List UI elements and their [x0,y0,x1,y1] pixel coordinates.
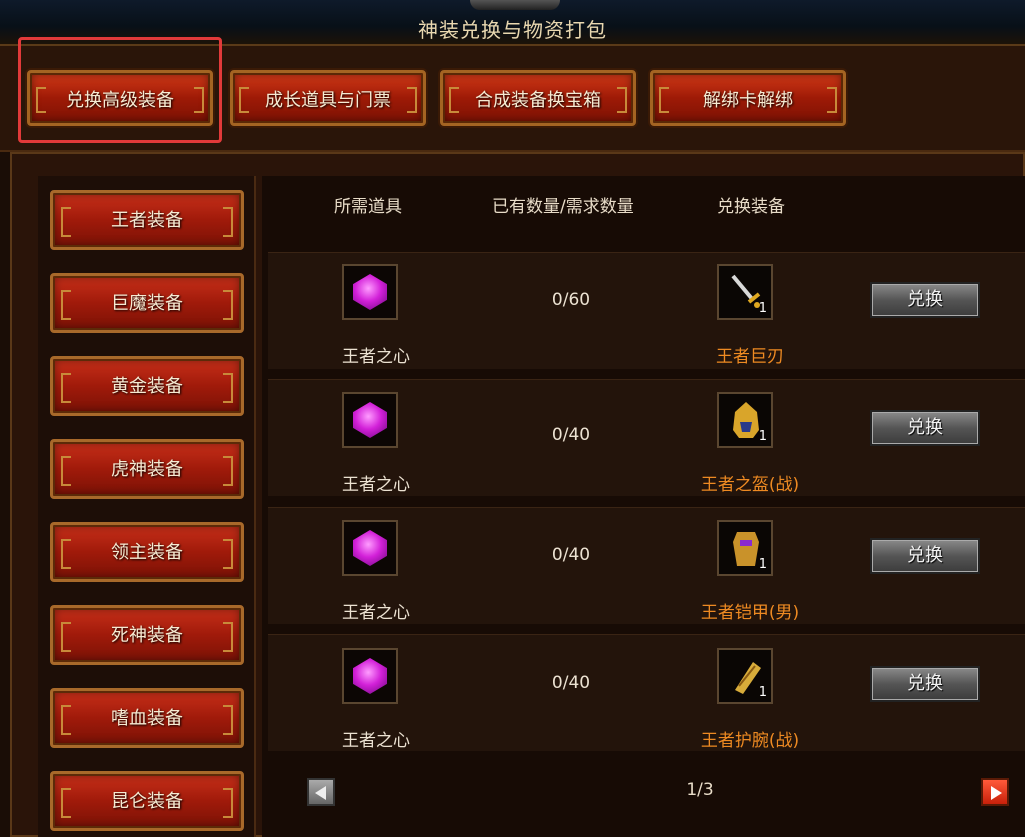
item-count: 1 [758,685,767,700]
arrow-left-icon [315,786,326,800]
item-count: 1 [758,301,767,316]
quantity-value: 0/40 [551,425,591,445]
sidebar-item-gold-equipment[interactable]: 黄金装备 [50,356,244,416]
sidebar-item-bloodthirsty-equipment[interactable]: 嗜血装备 [50,688,244,748]
tab-unbind-card[interactable]: 解绑卡解绑 [650,70,846,126]
header-reward-equipment: 兑换装备 [717,197,785,217]
purple-gem-icon [342,520,398,576]
equipment-category-sidebar: 王者装备 巨魔装备 黄金装备 虎神装备 领主装备 死神装备 嗜血装备 昆仑装备 [38,176,256,837]
next-page-button[interactable] [981,778,1009,806]
sidebar-item-lord-equipment[interactable]: 领主装备 [50,522,244,582]
exchange-button[interactable]: 兑换 [870,666,980,702]
title-ornament [470,0,560,10]
tab-growth-items-tickets[interactable]: 成长道具与门票 [230,70,426,126]
bracer-icon[interactable]: 1 [717,648,773,704]
reward-equipment-name: 王者护腕(战) [700,731,800,751]
exchange-button[interactable]: 兑换 [870,538,980,574]
helmet-icon[interactable]: 1 [717,392,773,448]
header-quantity: 已有数量/需求数量 [492,197,634,217]
sidebar-item-troll-equipment[interactable]: 巨魔装备 [50,273,244,333]
previous-page-button[interactable] [307,778,335,806]
exchange-button[interactable]: 兑换 [870,410,980,446]
tab-combine-equipment-chest[interactable]: 合成装备换宝箱 [440,70,636,126]
purple-gem-icon [342,392,398,448]
arrow-right-icon [991,786,1002,800]
required-item-name: 王者之心 [342,603,410,623]
active-tab-highlight [18,37,222,143]
required-item-name: 王者之心 [342,731,410,751]
sword-icon[interactable]: 1 [717,264,773,320]
quantity-value: 0/40 [551,545,591,565]
required-item-name: 王者之心 [342,475,410,495]
required-item-name: 王者之心 [342,347,410,367]
reward-equipment-name: 王者之盔(战) [700,475,800,495]
sidebar-item-tiger-equipment[interactable]: 虎神装备 [50,439,244,499]
sidebar-item-kunlun-equipment[interactable]: 昆仑装备 [50,771,244,831]
reward-equipment-name: 王者铠甲(男) [700,603,800,623]
item-count: 1 [758,429,767,444]
sidebar-item-king-equipment[interactable]: 王者装备 [50,190,244,250]
purple-gem-icon [342,264,398,320]
quantity-value: 0/40 [551,673,591,693]
header-required-item: 所需道具 [334,197,402,217]
item-count: 1 [758,557,767,572]
sidebar-item-death-equipment[interactable]: 死神装备 [50,605,244,665]
armor-icon[interactable]: 1 [717,520,773,576]
page-indicator: 1/3 [686,780,714,800]
exchange-button[interactable]: 兑换 [870,282,980,318]
purple-gem-icon [342,648,398,704]
quantity-value: 0/60 [551,290,591,310]
reward-equipment-name: 王者巨刃 [716,347,784,367]
